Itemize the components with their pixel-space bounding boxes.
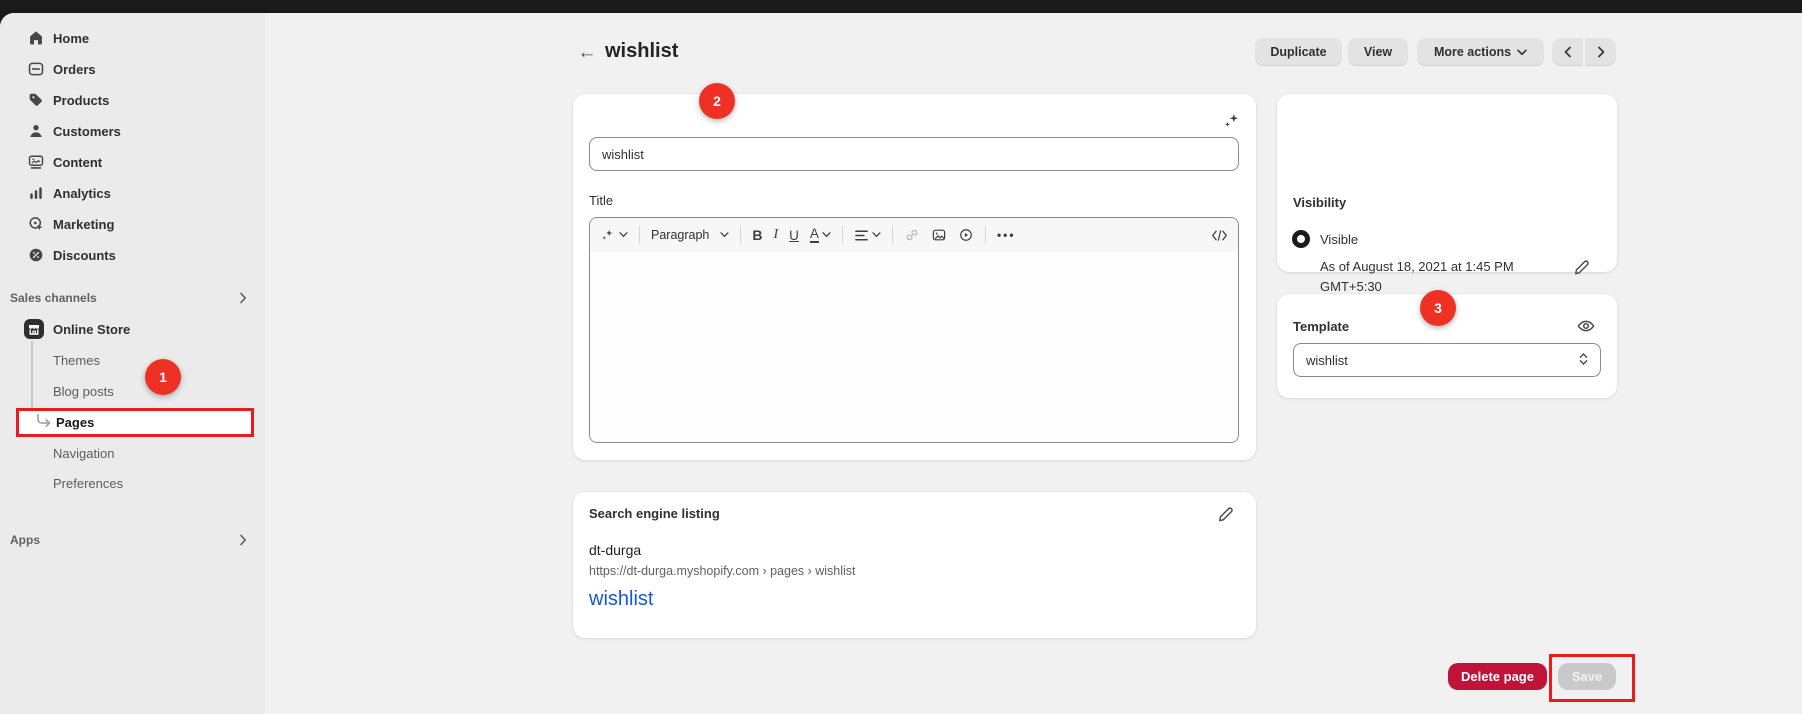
template-heading: Template	[1293, 319, 1349, 334]
duplicate-button[interactable]: Duplicate	[1255, 38, 1342, 66]
toolbar-divider	[639, 226, 640, 244]
magic-write-button[interactable]	[600, 227, 628, 243]
page-form-card: Title Content Paragraph	[573, 94, 1256, 460]
link-button[interactable]	[904, 227, 920, 243]
editor-content-area[interactable]	[590, 252, 1238, 443]
top-bar	[0, 0, 1802, 13]
toolbar-divider	[740, 226, 741, 244]
view-button[interactable]: View	[1348, 38, 1408, 66]
code-view-button[interactable]	[1211, 228, 1228, 243]
next-page-button[interactable]	[1585, 38, 1616, 66]
annotation-badge-2: 2	[699, 83, 735, 119]
bold-button[interactable]: B	[752, 227, 762, 243]
editor-toolbar: Paragraph B I U A	[590, 218, 1238, 252]
select-stepper-icon	[1577, 351, 1590, 370]
edit-seo-pencil-icon[interactable]	[1216, 503, 1236, 523]
record-pager	[1552, 38, 1616, 66]
save-button[interactable]: Save	[1558, 663, 1616, 690]
paragraph-style-dropdown[interactable]: Paragraph	[651, 228, 729, 242]
visible-radio[interactable]	[1292, 230, 1310, 248]
visibility-heading: Visibility	[1293, 195, 1346, 210]
toolbar-divider	[985, 226, 986, 244]
page-title: wishlist	[605, 40, 678, 63]
more-actions-button[interactable]: More actions	[1417, 38, 1544, 66]
app-body: Home Orders Products Customers	[0, 13, 1802, 714]
edit-visibility-pencil-icon[interactable]	[1572, 256, 1592, 276]
text-color-button[interactable]: A	[810, 227, 831, 243]
visible-radio-label: Visible	[1320, 232, 1358, 247]
delete-page-button[interactable]: Delete page	[1448, 663, 1547, 690]
magic-sparkle-icon[interactable]	[1221, 110, 1241, 130]
seo-site-name: dt-durga	[589, 542, 641, 558]
title-field-label: Title	[589, 193, 613, 208]
underline-button[interactable]: U	[789, 228, 799, 243]
insert-image-button[interactable]	[931, 227, 947, 243]
seo-link-title: wishlist	[589, 588, 653, 611]
alignment-button[interactable]	[854, 228, 881, 243]
preview-eye-icon[interactable]	[1576, 316, 1596, 336]
toolbar-divider	[892, 226, 893, 244]
visibility-card: Visibility Visible As of August 18, 2021…	[1277, 94, 1617, 272]
shopify-admin-screen: Home Orders Products Customers	[0, 0, 1802, 714]
chevron-down-icon	[1517, 45, 1527, 59]
insert-video-button[interactable]	[958, 227, 974, 243]
italic-button[interactable]: I	[774, 227, 779, 243]
main-content: ← wishlist Duplicate View More actions	[0, 13, 1802, 714]
rich-text-editor: Paragraph B I U A	[589, 217, 1239, 443]
seo-card: Search engine listing dt-durga https://d…	[573, 492, 1256, 638]
seo-url: https://dt-durga.myshopify.com › pages ›…	[589, 564, 856, 578]
back-arrow-icon[interactable]: ←	[575, 41, 599, 65]
more-formatting-button[interactable]: •••	[997, 228, 1016, 242]
previous-page-button[interactable]	[1552, 38, 1583, 66]
seo-heading: Search engine listing	[589, 506, 720, 521]
title-input[interactable]	[589, 137, 1239, 171]
annotation-badge-1: 1	[145, 359, 181, 395]
toolbar-divider	[842, 226, 843, 244]
template-select[interactable]: wishlist	[1293, 343, 1601, 377]
annotation-badge-3: 3	[1420, 290, 1456, 326]
